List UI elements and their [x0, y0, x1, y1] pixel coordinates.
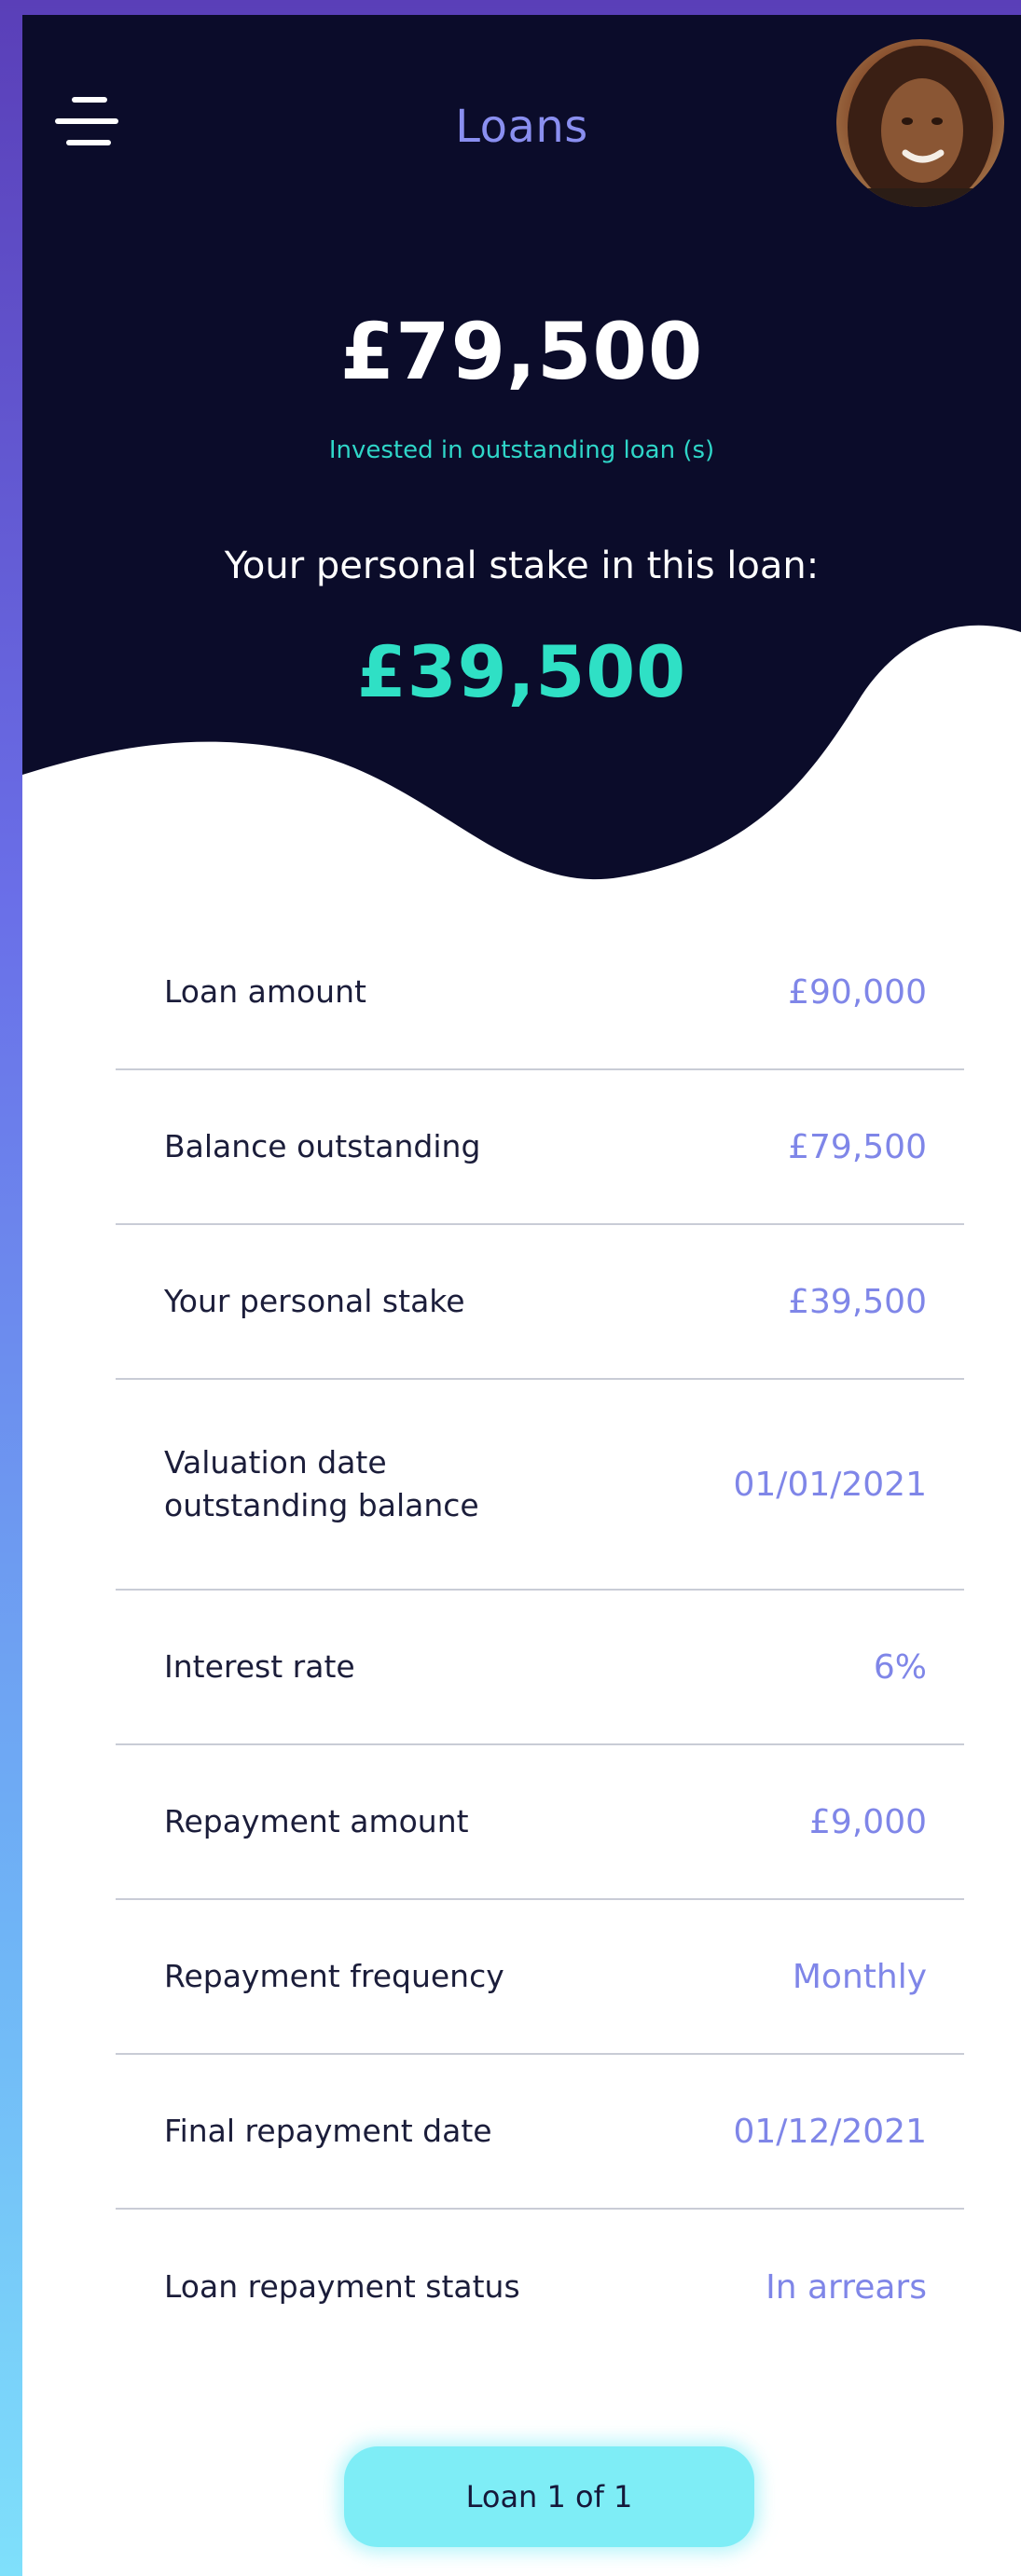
detail-label: Loan amount — [164, 972, 366, 1010]
hero-header: Loans £79,500 Invested in outstanding lo… — [22, 15, 1021, 910]
detail-value: £90,000 — [788, 972, 927, 1012]
detail-value: 6% — [873, 1647, 927, 1687]
loan-pager-button[interactable]: Loan 1 of 1 — [344, 2446, 754, 2547]
loans-screen: Loans £79,500 Invested in outstanding lo… — [22, 15, 1021, 2576]
invested-amount: £79,500 — [339, 306, 704, 397]
detail-row-repayment-amount: Repayment amount £9,000 — [116, 1745, 964, 1900]
detail-value: £39,500 — [788, 1282, 927, 1321]
detail-label: Final repayment date — [164, 2112, 492, 2149]
loan-details-list: Loan amount £90,000 Balance outstanding … — [116, 916, 964, 2364]
detail-value: 01/12/2021 — [733, 2112, 928, 2151]
detail-value: 01/01/2021 — [733, 1465, 928, 1504]
detail-label: Repayment frequency — [164, 1957, 504, 1994]
avatar-photo-icon — [836, 46, 1004, 207]
detail-label: Valuation date outstanding balance — [164, 1443, 479, 1523]
stake-label: Your personal stake in this loan: — [224, 544, 820, 587]
detail-label: Balance outstanding — [164, 1127, 481, 1164]
invested-label: Invested in outstanding loan (s) — [328, 436, 715, 464]
detail-value: Monthly — [792, 1957, 927, 1996]
detail-row-balance-outstanding: Balance outstanding £79,500 — [116, 1070, 964, 1225]
detail-row-personal-stake: Your personal stake £39,500 — [116, 1225, 964, 1380]
detail-label: Repayment amount — [164, 1802, 469, 1839]
detail-row-final-repayment-date: Final repayment date 01/12/2021 — [116, 2055, 964, 2210]
detail-label: Loan repayment status — [164, 2267, 520, 2305]
detail-row-interest-rate: Interest rate 6% — [116, 1591, 964, 1745]
detail-row-repayment-frequency: Repayment frequency Monthly — [116, 1900, 964, 2055]
detail-value: In arrears — [766, 2267, 927, 2307]
detail-value: £79,500 — [788, 1127, 927, 1166]
stake-amount: £39,500 — [356, 630, 687, 713]
user-avatar[interactable] — [836, 39, 1004, 207]
detail-row-loan-amount: Loan amount £90,000 — [116, 916, 964, 1070]
detail-row-valuation-date: Valuation date outstanding balance 01/01… — [116, 1380, 964, 1591]
detail-label: Your personal stake — [164, 1282, 465, 1319]
detail-label: Interest rate — [164, 1647, 355, 1685]
detail-row-repayment-status: Loan repayment status In arrears — [116, 2210, 964, 2364]
detail-value: £9,000 — [809, 1802, 927, 1841]
